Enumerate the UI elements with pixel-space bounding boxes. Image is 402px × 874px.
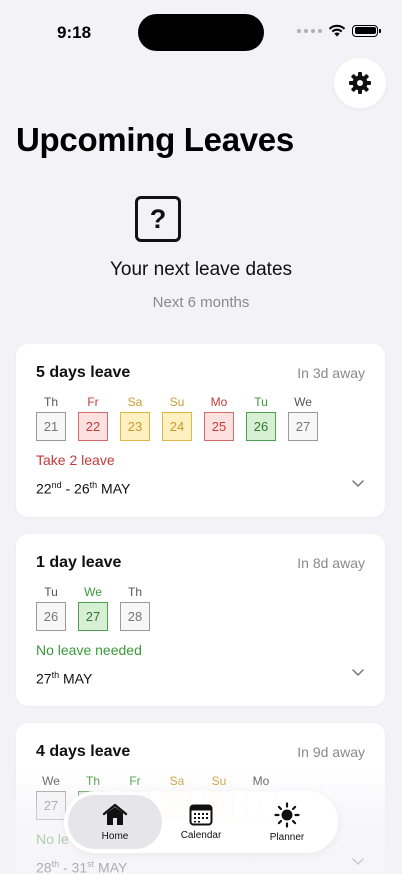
- day-number: 26: [36, 602, 66, 631]
- day-name: We: [42, 774, 60, 788]
- day-cell: We 27: [78, 584, 108, 631]
- day-number: 21: [36, 412, 66, 441]
- day-number: 23: [120, 412, 150, 441]
- leave-note: No leave needed: [36, 642, 142, 658]
- day-name: We: [84, 585, 102, 599]
- leave-card[interactable]: 1 day leave In 8d away Tu 26 We 27 Th 28 No…: [16, 534, 385, 706]
- range-month: MAY: [94, 859, 128, 874]
- day-name: Th: [85, 774, 100, 788]
- tab-home[interactable]: Home: [68, 795, 162, 849]
- day-cell: Sa 23: [120, 394, 150, 441]
- day-cell: Fr 22: [78, 394, 108, 441]
- status-time: 9:18: [57, 23, 92, 42]
- day-cell: Su 24: [162, 394, 192, 441]
- calendar-icon: [189, 804, 213, 825]
- settings-button[interactable]: [334, 58, 386, 108]
- tab-label: Calendar: [180, 829, 222, 841]
- card-title: 1 day leave: [36, 554, 122, 571]
- range-start-day: 27: [36, 670, 52, 687]
- status-bar: 9:18: [0, 0, 402, 56]
- day-name: Sa: [127, 395, 143, 409]
- day-number: 26: [246, 412, 276, 441]
- card-title: 5 days leave: [36, 364, 131, 381]
- battery-icon: [352, 24, 381, 37]
- range-start-suffix: nd: [51, 480, 62, 490]
- day-strip: Tu 26 We 27 Th 28: [36, 584, 150, 631]
- day-number: 25: [204, 412, 234, 441]
- range-separator: -: [59, 859, 72, 874]
- house-icon: [102, 803, 128, 825]
- signal-dots-icon: [297, 28, 322, 33]
- day-name: Sa: [169, 774, 185, 788]
- chevron-down-icon[interactable]: [351, 665, 365, 679]
- day-cell: Th 21: [36, 394, 66, 441]
- sun-icon: [274, 801, 300, 828]
- day-cell: Tu 26: [246, 394, 276, 441]
- day-strip: Th 21 Fr 22 Sa 23 Su 24 Mo 25 Tu 26 We 27: [36, 394, 318, 441]
- chevron-down-icon[interactable]: [351, 854, 365, 868]
- range-start-day: 22: [36, 480, 52, 497]
- day-cell: Th 28: [120, 584, 150, 631]
- tab-calendar[interactable]: Calendar: [154, 795, 248, 849]
- day-number: 27: [36, 791, 66, 820]
- date-range: 28th - 31st MAY: [36, 859, 127, 874]
- tab-bar: Home Calendar Planner: [64, 791, 338, 853]
- tab-label: Planner: [269, 831, 305, 843]
- day-cell: Tu 26: [36, 584, 66, 631]
- day-name: Tu: [44, 585, 58, 599]
- leave-card[interactable]: 5 days leave In 3d away Th 21 Fr 22 Sa 23 S…: [16, 344, 385, 517]
- day-cell: We 27: [36, 773, 66, 820]
- day-name: Fr: [87, 395, 99, 409]
- card-away: In 3d away: [297, 365, 365, 381]
- status-icons: [297, 24, 381, 37]
- range-start-day: 28: [36, 859, 52, 874]
- day-name: Mo: [252, 774, 270, 788]
- day-cell: Mo 25: [204, 394, 234, 441]
- hero-subtitle: Next 6 months: [152, 294, 250, 311]
- day-name: Tu: [254, 395, 268, 409]
- day-name: Su: [169, 395, 185, 409]
- hero-title: Your next leave dates: [109, 259, 293, 280]
- wifi-icon: [328, 24, 346, 37]
- day-name: Fr: [129, 774, 141, 788]
- page-title: Upcoming Leaves: [16, 121, 294, 158]
- chevron-down-icon[interactable]: [351, 476, 365, 490]
- day-name: We: [294, 395, 312, 409]
- range-start-suffix: th: [51, 859, 60, 869]
- range-end-suffix: th: [89, 480, 98, 490]
- day-number: 22: [78, 412, 108, 441]
- range-month: MAY: [59, 670, 93, 687]
- leave-note: Take 2 leave: [36, 452, 115, 468]
- range-start-suffix: th: [51, 670, 60, 680]
- card-away: In 9d away: [297, 744, 365, 760]
- card-title: 4 days leave: [36, 743, 131, 760]
- day-number: 24: [162, 412, 192, 441]
- date-range: 27th MAY: [36, 670, 92, 687]
- day-name: Mo: [210, 395, 228, 409]
- range-end-day: 31: [71, 859, 88, 874]
- card-away: In 8d away: [297, 555, 365, 571]
- question-square-icon: ?: [135, 196, 181, 242]
- day-name: Su: [211, 774, 227, 788]
- day-number: 27: [288, 412, 318, 441]
- gear-icon: [349, 72, 371, 94]
- range-month: MAY: [97, 480, 131, 497]
- day-name: Th: [127, 585, 142, 599]
- leave-note: No le: [36, 831, 69, 847]
- day-number: 27: [78, 602, 108, 631]
- range-end-day: 26: [74, 480, 90, 497]
- day-cell: We 27: [288, 394, 318, 441]
- range-separator: -: [61, 480, 75, 497]
- tab-label: Home: [101, 830, 129, 842]
- day-number: 28: [120, 602, 150, 631]
- dynamic-island: [138, 14, 264, 51]
- day-name: Th: [43, 395, 58, 409]
- date-range: 22nd - 26th MAY: [36, 480, 130, 497]
- tab-planner[interactable]: Planner: [240, 795, 334, 849]
